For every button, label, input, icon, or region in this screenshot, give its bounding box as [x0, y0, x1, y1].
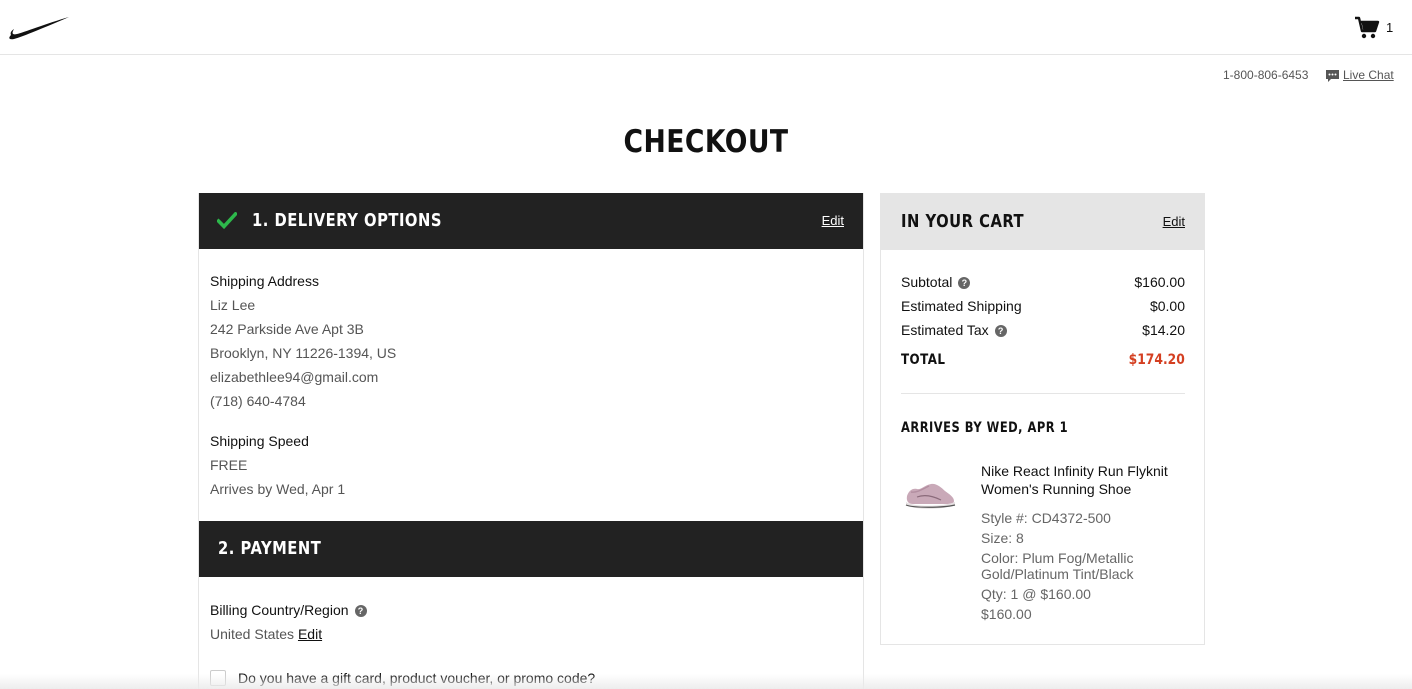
- subtotal-row: Subtotal? $160.00: [901, 274, 1185, 292]
- product-thumbnail[interactable]: [903, 474, 957, 514]
- product-price: $160.00: [981, 606, 1032, 622]
- product-quantity: Qty: 1 @ $160.00: [981, 586, 1091, 602]
- support-bar: 1-800-806-6453 Live Chat: [0, 68, 1412, 84]
- delivery-edit-link[interactable]: Edit: [822, 213, 844, 228]
- total-label: TOTAL: [901, 352, 946, 368]
- cart-summary-title: IN YOUR CART: [901, 211, 1025, 232]
- shipping-speed-value: FREE: [210, 457, 248, 473]
- billing-country-value: United States Edit: [210, 626, 322, 642]
- billing-country-label-text: Billing Country/Region: [210, 602, 349, 618]
- page-title: CHECKOUT: [623, 124, 789, 160]
- billing-country-label: Billing Country/Region?: [210, 602, 367, 618]
- shipping-amount: $0.00: [1149, 298, 1185, 314]
- shipping-email: elizabethlee94@gmail.com: [210, 369, 379, 385]
- nike-swoosh-logo[interactable]: [8, 14, 70, 40]
- promo-code-checkbox[interactable]: [210, 670, 226, 686]
- top-bar: 1: [0, 0, 1412, 55]
- billing-edit-link[interactable]: Edit: [298, 626, 322, 642]
- cart-summary-header: IN YOUR CART Edit: [881, 194, 1204, 250]
- help-icon[interactable]: ?: [958, 277, 971, 289]
- shipping-name: Liz Lee: [210, 297, 256, 313]
- tax-label: Estimated Tax: [901, 322, 989, 338]
- product-size: Size: 8: [981, 530, 1024, 546]
- shipping-row: Estimated Shipping $0.00: [901, 298, 1185, 316]
- divider: [901, 393, 1185, 394]
- help-icon[interactable]: ?: [354, 605, 367, 617]
- total-amount: $174.20: [1128, 352, 1185, 368]
- support-phone: 1-800-806-6453: [1223, 68, 1309, 82]
- payment-section: 2. PAYMENT Billing Country/Region? Unite…: [198, 521, 864, 689]
- chat-icon: [1326, 70, 1339, 82]
- cart-edit-link[interactable]: Edit: [1163, 214, 1185, 229]
- subtotal-amount: $160.00: [1134, 274, 1185, 290]
- shipping-label: Estimated Shipping: [901, 298, 1022, 314]
- product-color: Color: Plum Fog/Metallic Gold/Platinum T…: [981, 550, 1134, 582]
- help-icon[interactable]: ?: [994, 325, 1007, 337]
- product-style: Style #: CD4372-500: [981, 510, 1111, 526]
- shopping-cart-icon[interactable]: [1354, 16, 1380, 40]
- shipping-city-state: Brooklyn, NY 11226-1394, US: [210, 345, 397, 361]
- shipping-street: 242 Parkside Ave Apt 3B: [210, 321, 364, 337]
- shipping-address-label: Shipping Address: [210, 273, 319, 289]
- promo-code-label[interactable]: Do you have a gift card, product voucher…: [238, 670, 595, 686]
- arrives-heading: ARRIVES BY WED, APR 1: [901, 420, 1069, 436]
- live-chat-link[interactable]: Live Chat: [1343, 68, 1394, 82]
- cart-summary-panel: IN YOUR CART Edit Subtotal? $160.00 Esti…: [880, 193, 1205, 645]
- tax-amount: $14.20: [1142, 322, 1185, 338]
- product-name[interactable]: Nike React Infinity Run Flyknit Women's …: [981, 462, 1186, 498]
- delivery-options-section: 1. DELIVERY OPTIONS Edit Shipping Addres…: [198, 193, 864, 521]
- payment-title: 2. PAYMENT: [218, 538, 322, 559]
- subtotal-label: Subtotal: [901, 274, 953, 290]
- payment-header: 2. PAYMENT: [199, 521, 863, 577]
- shipping-speed-label: Shipping Speed: [210, 433, 309, 449]
- arrival-estimate: Arrives by Wed, Apr 1: [210, 481, 346, 497]
- checkmark-icon: [217, 212, 237, 229]
- billing-country-text: United States: [210, 626, 295, 642]
- cart-count[interactable]: 1: [1386, 20, 1393, 35]
- delivery-options-title: 1. DELIVERY OPTIONS: [252, 210, 442, 231]
- shipping-phone: (718) 640-4784: [210, 393, 306, 409]
- tax-row: Estimated Tax? $14.20: [901, 322, 1185, 340]
- delivery-options-header: 1. DELIVERY OPTIONS Edit: [199, 193, 863, 249]
- total-row: TOTAL $174.20: [901, 352, 1185, 372]
